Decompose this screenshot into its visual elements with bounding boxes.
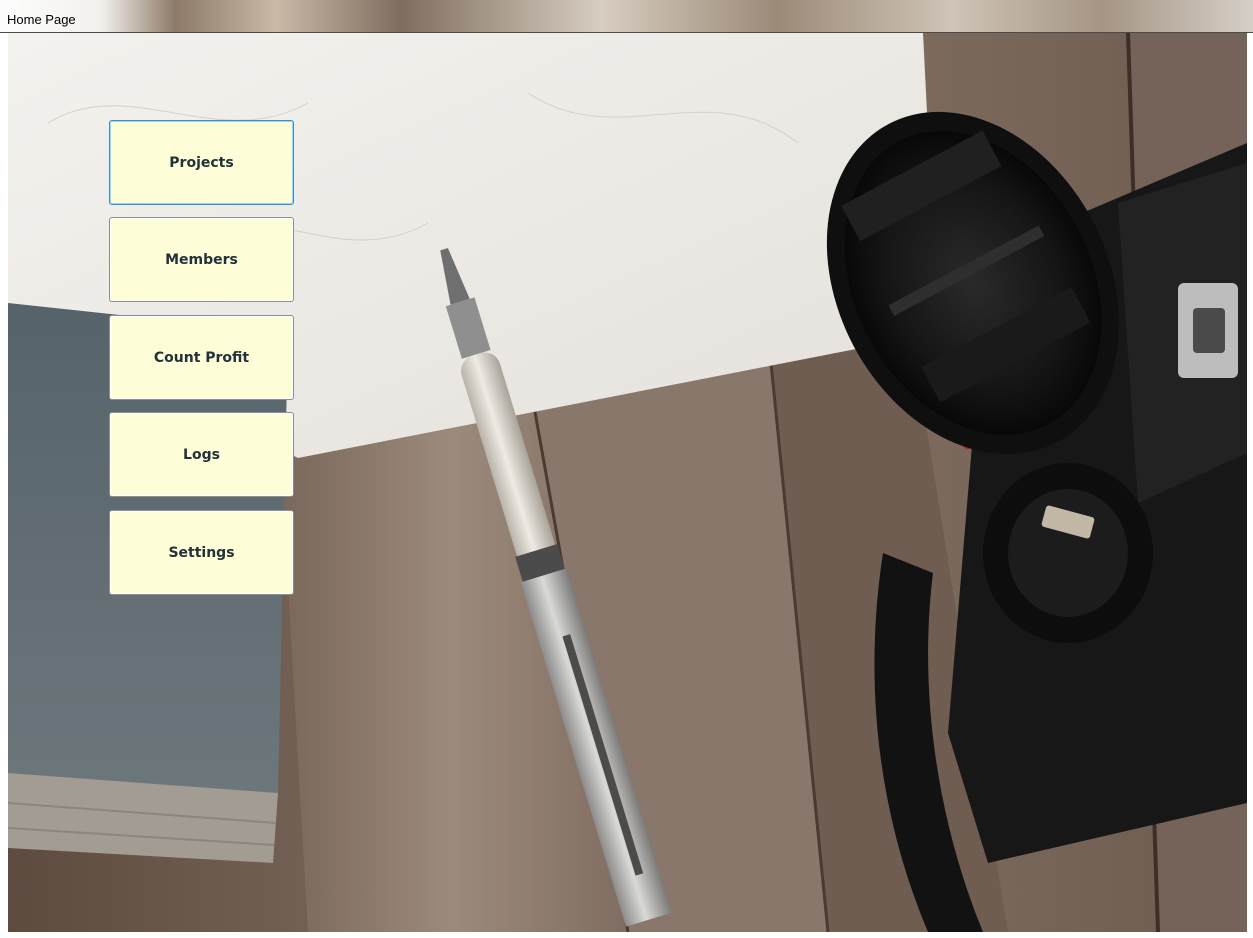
window-title: Home Page [7,12,76,27]
window-left-border [0,33,8,938]
projects-button[interactable]: Projects [109,120,294,205]
window-titlebar[interactable]: Home Page [0,0,1253,33]
window-right-border [1247,33,1253,938]
count-profit-button[interactable]: Count Profit [109,315,294,400]
members-button[interactable]: Members [109,217,294,302]
settings-button[interactable]: Settings [109,510,294,595]
logs-button[interactable]: Logs [109,412,294,497]
